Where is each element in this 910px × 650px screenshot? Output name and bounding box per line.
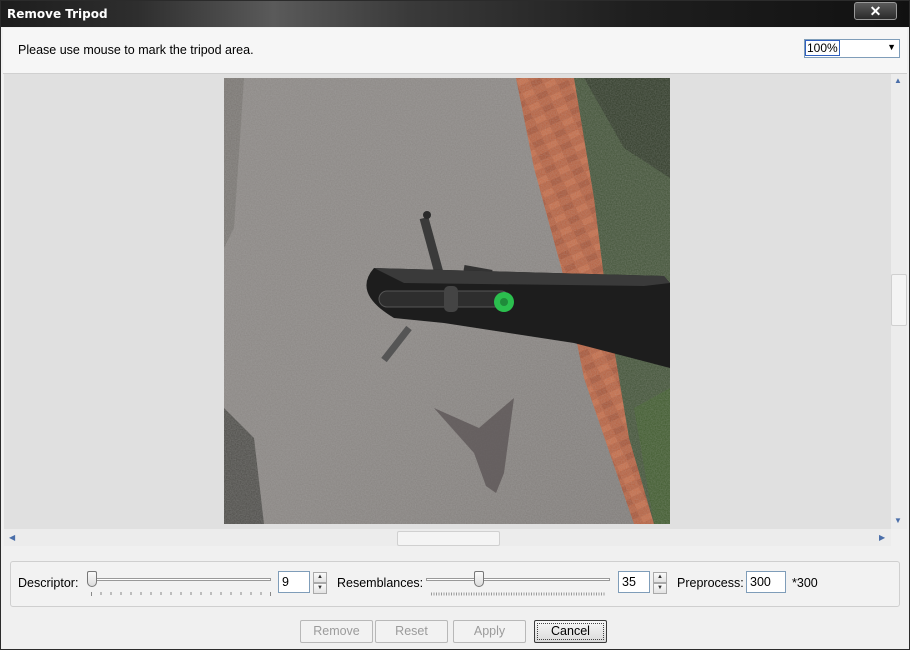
remove-button[interactable]: Remove	[300, 620, 373, 643]
descriptor-input[interactable]: 9	[278, 571, 310, 593]
instruction-text: Please use mouse to mark the tripod area…	[18, 43, 254, 57]
close-icon: ✕	[869, 3, 882, 19]
close-button[interactable]: ✕	[854, 2, 897, 20]
resemblances-slider-thumb[interactable]	[474, 571, 484, 587]
preprocess-suffix: *300	[792, 576, 818, 590]
apply-button[interactable]: Apply	[453, 620, 526, 643]
tripod-photo[interactable]	[224, 78, 670, 524]
descriptor-slider-thumb[interactable]	[87, 571, 97, 587]
reset-button[interactable]: Reset	[375, 620, 448, 643]
scroll-right-icon[interactable]: ▶	[879, 533, 885, 542]
zoom-value: 100%	[805, 40, 840, 56]
title-bar[interactable]: Remove Tripod ✕	[1, 1, 909, 27]
horizontal-scrollbar[interactable]: ◀ ▶	[4, 529, 891, 546]
spin-down-icon[interactable]: ▼	[653, 583, 667, 594]
settings-panel: Descriptor: 9 ▲ ▼ Resemblances: 35 ▲ ▼ P…	[10, 561, 900, 607]
vertical-scroll-thumb[interactable]	[891, 274, 907, 326]
resemblances-input[interactable]: 35	[618, 571, 650, 593]
vertical-scrollbar[interactable]: ▲ ▼	[891, 74, 907, 529]
descriptor-slider-ticks	[91, 592, 271, 596]
descriptor-spinner[interactable]: ▲ ▼	[313, 572, 327, 594]
preprocess-label: Preprocess:	[677, 576, 744, 590]
descriptor-label: Descriptor:	[18, 576, 79, 590]
instruction-bar: Please use mouse to mark the tripod area…	[3, 28, 907, 74]
descriptor-slider-track[interactable]	[89, 578, 271, 581]
horizontal-scroll-thumb[interactable]	[397, 531, 500, 546]
spin-down-icon[interactable]: ▼	[313, 583, 327, 594]
cancel-button[interactable]: Cancel	[534, 620, 607, 643]
spin-up-icon[interactable]: ▲	[653, 572, 667, 583]
resemblances-spinner[interactable]: ▲ ▼	[653, 572, 667, 594]
resemblances-label: Resemblances:	[337, 576, 424, 590]
window-title: Remove Tripod	[7, 7, 108, 21]
zoom-select[interactable]: 100% ▼	[804, 39, 900, 58]
preprocess-input[interactable]: 300	[746, 571, 786, 593]
image-canvas[interactable]	[4, 74, 891, 529]
resemblances-slider-track[interactable]	[426, 578, 610, 581]
scroll-down-icon[interactable]: ▼	[894, 516, 902, 525]
chevron-down-icon[interactable]: ▼	[887, 42, 896, 52]
remove-tripod-dialog: Remove Tripod ✕ Please use mouse to mark…	[0, 0, 910, 650]
spin-up-icon[interactable]: ▲	[313, 572, 327, 583]
resemblances-slider-ticks	[431, 592, 606, 596]
scroll-up-icon[interactable]: ▲	[894, 76, 902, 85]
scroll-left-icon[interactable]: ◀	[9, 533, 15, 542]
